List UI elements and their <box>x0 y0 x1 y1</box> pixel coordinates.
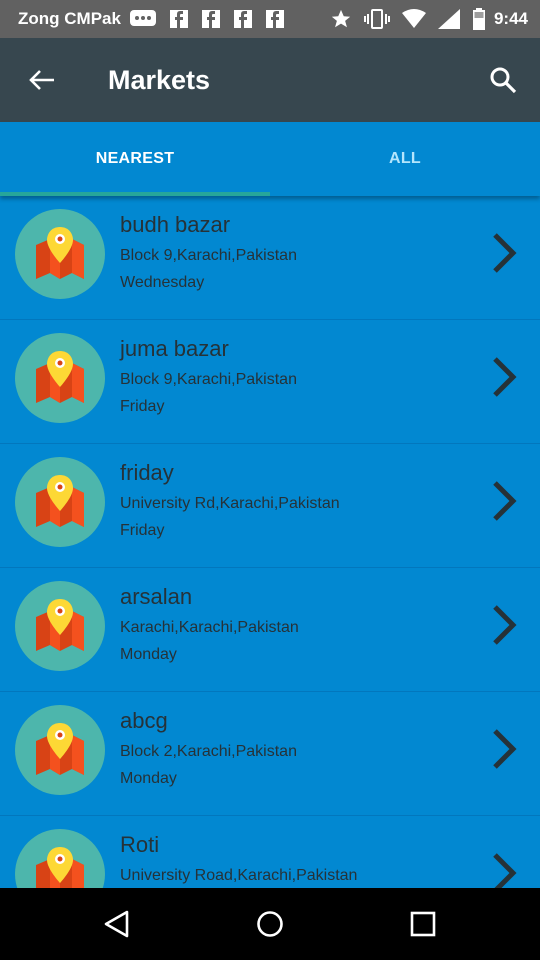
market-day: Monday <box>120 646 177 663</box>
star-icon <box>330 8 352 30</box>
market-address: University Road,Karachi,Pakistan <box>120 867 358 884</box>
map-pin-icon <box>15 705 105 795</box>
market-name: budh bazar <box>120 212 231 237</box>
app-bar: Markets <box>0 38 540 122</box>
market-name: friday <box>120 460 174 485</box>
tab-bar: NEAREST ALL <box>0 122 540 196</box>
battery-icon <box>472 8 486 30</box>
arrow-back-icon <box>29 70 54 90</box>
market-day: Monday <box>120 770 177 787</box>
nav-home-icon <box>257 911 283 937</box>
market-item-juma-bazar[interactable]: juma bazar Block 9,Karachi,Pakistan Frid… <box>0 320 540 444</box>
market-address: Block 9,Karachi,Pakistan <box>120 371 297 388</box>
map-pin-icon <box>15 457 105 547</box>
chevron-right-icon <box>484 600 524 650</box>
market-address: Block 2,Karachi,Pakistan <box>120 743 297 760</box>
nav-recents-icon <box>411 911 436 937</box>
nav-home-button[interactable] <box>230 888 310 960</box>
market-item-roti[interactable]: Roti University Road,Karachi,Pakistan <box>0 816 540 888</box>
market-name: juma bazar <box>120 336 229 361</box>
system-nav-bar <box>0 888 540 960</box>
signal-icon <box>437 9 460 29</box>
vibrate-icon <box>363 8 390 30</box>
market-address: Block 9,Karachi,Pakistan <box>120 247 297 264</box>
facebook-icon <box>169 9 189 29</box>
chevron-right-icon <box>484 476 524 526</box>
map-pin-icon <box>15 209 105 299</box>
market-day: Friday <box>120 398 165 415</box>
market-address: Karachi,Karachi,Pakistan <box>120 619 299 636</box>
map-pin-icon <box>15 333 105 423</box>
wifi-icon <box>401 9 426 29</box>
map-pin-icon <box>15 829 105 888</box>
tab-all[interactable]: ALL <box>270 122 540 196</box>
chevron-right-icon <box>484 352 524 402</box>
nav-back-button[interactable] <box>77 888 157 960</box>
market-day: Friday <box>120 522 165 539</box>
market-day: Wednesday <box>120 274 205 291</box>
market-item-budh-bazar[interactable]: budh bazar Block 9,Karachi,Pakistan Wedn… <box>0 196 540 320</box>
carrier-name: Zong CMPak <box>18 9 121 28</box>
market-item-abcg[interactable]: abcg Block 2,Karachi,Pakistan Monday <box>0 692 540 816</box>
chevron-right-icon <box>484 228 524 278</box>
nav-back-icon <box>104 910 128 938</box>
map-pin-icon <box>15 581 105 671</box>
facebook-icon <box>233 9 253 29</box>
chevron-right-icon <box>484 848 524 888</box>
search-icon <box>490 67 517 94</box>
clock: 9:44 <box>493 9 528 28</box>
market-name: arsalan <box>120 584 193 609</box>
facebook-icon <box>201 9 221 29</box>
facebook-icon <box>265 9 285 29</box>
market-name: abcg <box>120 708 168 733</box>
chevron-right-icon <box>484 724 524 774</box>
market-item-arsalan[interactable]: arsalan Karachi,Karachi,Pakistan Monday <box>0 568 540 692</box>
back-button[interactable] <box>0 38 84 122</box>
search-button[interactable] <box>466 38 540 122</box>
market-name: Roti <box>120 832 160 857</box>
tab-nearest[interactable]: NEAREST <box>0 122 270 196</box>
market-item-friday[interactable]: friday University Rd,Karachi,Pakistan Fr… <box>0 444 540 568</box>
status-bar: Zong CMPak 9:44 <box>0 0 540 38</box>
page-title: Markets <box>108 64 211 95</box>
message-icon <box>129 9 157 29</box>
nav-recents-button[interactable] <box>383 888 463 960</box>
market-address: University Rd,Karachi,Pakistan <box>120 495 340 512</box>
market-list[interactable]: budh bazar Block 9,Karachi,Pakistan Wedn… <box>0 196 540 888</box>
